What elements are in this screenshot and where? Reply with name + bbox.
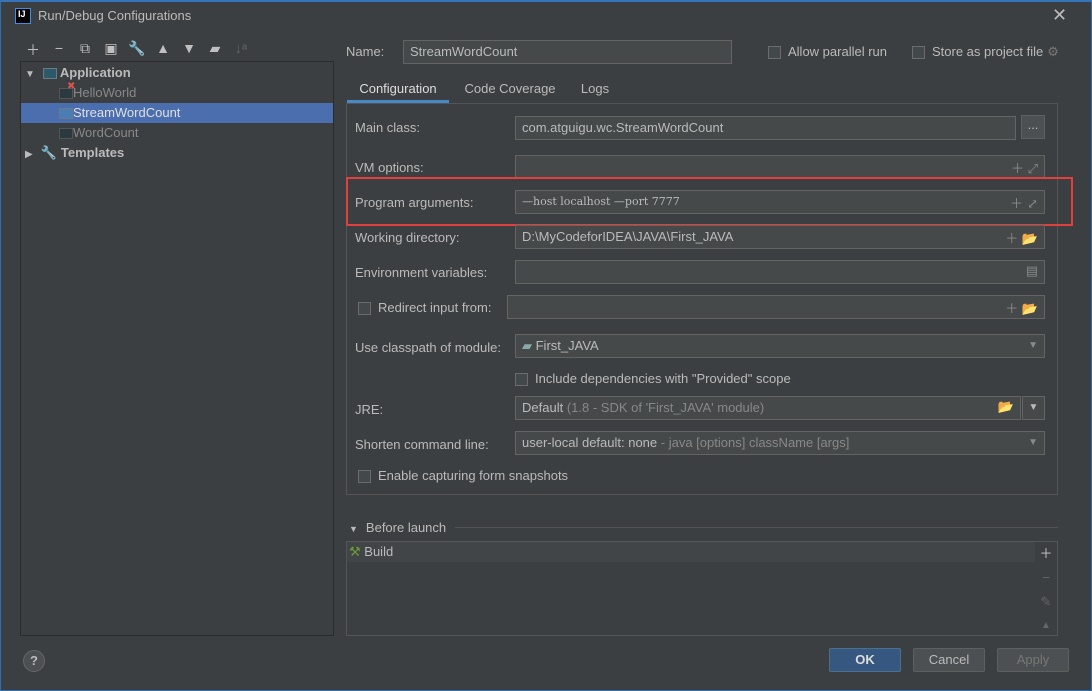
arrow-down-icon[interactable]: ▼	[180, 40, 198, 56]
checkbox[interactable]	[358, 470, 371, 484]
wrench-icon[interactable]: 🔧	[128, 40, 146, 57]
before-launch-header[interactable]: ▼ Before launch	[349, 520, 446, 535]
expand-icon[interactable]: ＋ ⤢	[1010, 193, 1038, 212]
application-icon	[59, 128, 73, 140]
title-bar: IJ Run/Debug Configurations ✕	[0, 0, 1092, 32]
cancel-button[interactable]: Cancel	[913, 648, 985, 672]
hammer-icon: ⚒	[349, 544, 361, 559]
tab-logs[interactable]: Logs	[572, 78, 618, 103]
chevron-down-icon[interactable]: ▼	[1028, 340, 1038, 351]
name-field[interactable]: StreamWordCount	[403, 40, 732, 64]
checkbox[interactable]	[358, 302, 371, 316]
chevron-down-icon[interactable]: ▼	[1028, 437, 1038, 448]
edit-icon[interactable]: ✎	[1035, 590, 1057, 614]
ok-button[interactable]: OK	[829, 648, 901, 672]
save-icon[interactable]: ▣	[102, 40, 120, 57]
environment-variables-label: Environment variables:	[355, 265, 488, 280]
expand-icon[interactable]: ＋ ⤢	[1011, 158, 1038, 177]
main-class-field[interactable]: com.atguigu.wc.StreamWordCount	[515, 116, 1016, 140]
gear-icon[interactable]: ⚙	[1047, 44, 1059, 59]
edit-list-icon[interactable]: ▤	[1026, 263, 1038, 279]
folder-icon[interactable]: ＋ 📂	[1005, 298, 1038, 317]
checkbox[interactable]	[768, 46, 781, 60]
checkbox[interactable]	[912, 46, 925, 60]
store-project-checkbox[interactable]: Store as project file ⚙	[912, 44, 1059, 60]
arrow-up-icon[interactable]: ▲	[154, 40, 172, 56]
plus-icon[interactable]: ＋	[24, 40, 42, 60]
configuration-tree[interactable]: ▼ Application ✖ HelloWorld StreamWordCount…	[20, 61, 334, 636]
minus-icon[interactable]: −	[1035, 566, 1057, 590]
application-icon	[59, 108, 73, 120]
capture-snapshots-checkbox[interactable]: Enable capturing form snapshots	[358, 468, 568, 484]
collapse-icon: ▼	[349, 524, 358, 534]
copy-icon[interactable]: ⧉	[76, 40, 94, 57]
redirect-input-checkbox[interactable]: Redirect input from:	[358, 300, 491, 316]
minus-icon[interactable]: −	[50, 40, 68, 56]
module-folder-icon: ▰	[522, 338, 536, 353]
browse-main-class-button[interactable]: ...	[1021, 115, 1045, 139]
vm-options-label: VM options:	[355, 160, 424, 175]
environment-variables-field[interactable]: ▤	[515, 260, 1045, 284]
before-launch-toolbar: ＋ − ✎ ▲	[1035, 542, 1057, 635]
checkbox[interactable]	[515, 373, 528, 387]
main-class-label: Main class:	[355, 120, 421, 135]
sort-icon[interactable]: ↓ᵃ	[232, 40, 250, 56]
shorten-command-line-select[interactable]: user-local default: none - java [options…	[515, 431, 1045, 455]
list-item[interactable]: ⚒ Build	[347, 542, 1035, 562]
module-label: Use classpath of module:	[355, 340, 501, 355]
folder-icon[interactable]: ＋ 📂	[1005, 228, 1038, 247]
tree-node-templates[interactable]: ▶ 🔧 Templates	[25, 143, 124, 163]
jre-label: JRE:	[355, 402, 384, 417]
program-arguments-label: Program arguments:	[355, 195, 474, 210]
program-arguments-field[interactable]: —host localhost —port 7777 ＋ ⤢	[515, 190, 1045, 214]
shorten-command-line-label: Shorten command line:	[355, 437, 489, 452]
module-select[interactable]: ▰ First_JAVA ▼	[515, 334, 1045, 358]
tree-item-wordcount[interactable]: WordCount	[21, 123, 333, 143]
new-folder-icon[interactable]: ▰	[206, 40, 224, 57]
vm-options-field[interactable]: ＋ ⤢	[515, 155, 1045, 179]
tree-item-helloworld[interactable]: ✖ HelloWorld	[21, 81, 333, 103]
redirect-input-field[interactable]: ＋ 📂	[507, 295, 1045, 319]
arrow-up-icon[interactable]: ▲	[1035, 614, 1057, 638]
tab-code-coverage[interactable]: Code Coverage	[455, 78, 565, 103]
jre-field[interactable]: Default (1.8 - SDK of 'First_JAVA' modul…	[515, 396, 1021, 420]
application-icon	[42, 68, 57, 80]
help-button[interactable]: ?	[23, 650, 45, 672]
wrench-icon: 🔧	[40, 145, 57, 160]
expand-icon: ▼	[25, 69, 35, 80]
divider	[455, 527, 1058, 528]
allow-parallel-checkbox[interactable]: Allow parallel run	[768, 44, 887, 60]
tab-configuration[interactable]: Configuration	[347, 78, 449, 103]
apply-button[interactable]: Apply	[997, 648, 1069, 672]
close-icon[interactable]: ✕	[1052, 5, 1067, 26]
before-launch-list: ⚒ Build ＋ − ✎ ▲	[346, 541, 1058, 636]
chevron-down-icon[interactable]: ▼	[1022, 396, 1045, 420]
working-directory-label: Working directory:	[355, 230, 460, 245]
name-label: Name:	[346, 44, 385, 59]
collapse-icon: ▶	[25, 149, 33, 160]
include-dependencies-checkbox[interactable]: Include dependencies with "Provided" sco…	[515, 371, 791, 387]
intellij-logo-icon: IJ	[15, 8, 31, 24]
window-title: Run/Debug Configurations	[38, 8, 192, 23]
tree-item-streamwordcount[interactable]: StreamWordCount	[21, 103, 333, 123]
working-directory-field[interactable]: D:\MyCodeforIDEA\JAVA\First_JAVA ＋ 📂	[515, 225, 1045, 249]
folder-icon[interactable]: 📂	[998, 399, 1014, 415]
plus-icon[interactable]: ＋	[1035, 542, 1057, 566]
